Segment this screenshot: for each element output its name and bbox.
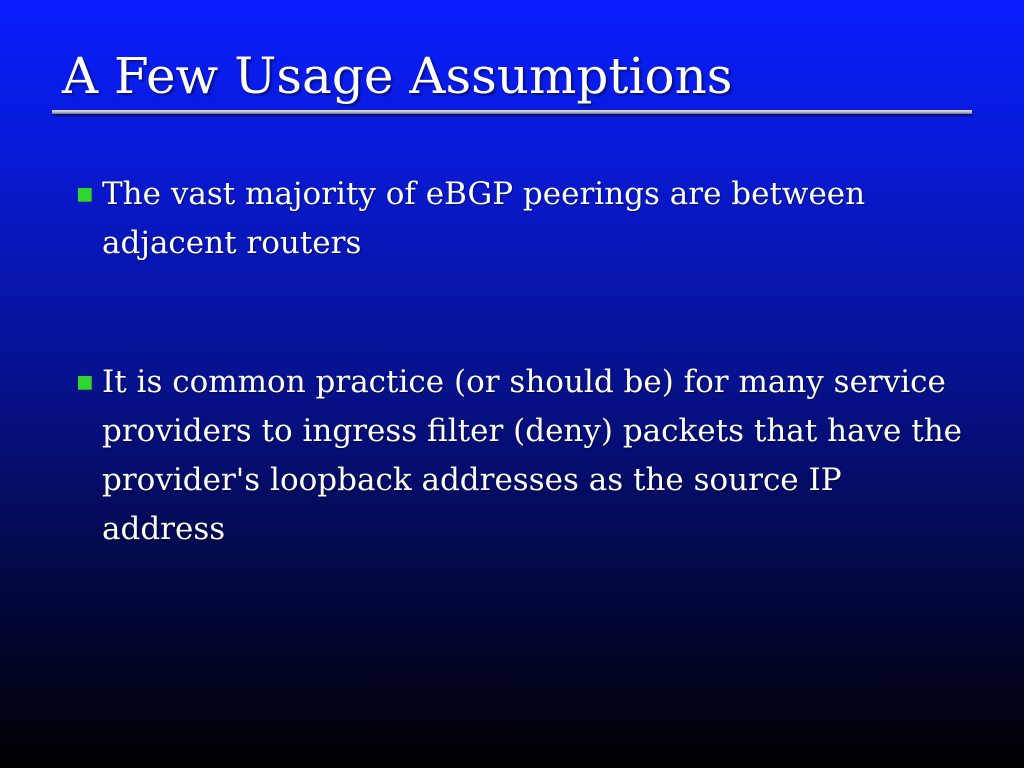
bullet-text-line: provider's loopback addresses as the sou…: [102, 462, 842, 498]
square-bullet-icon: [78, 188, 92, 202]
bullet-text-1: The vast majority of eBGP peerings are b…: [102, 170, 962, 268]
bullet-text-line: adjacent routers: [102, 225, 362, 261]
bullet-text-line: address: [102, 511, 226, 547]
title-underline-divider: [52, 110, 972, 114]
slide: A Few Usage Assumptions The vast majorit…: [0, 0, 1024, 768]
bullet-text-line: The vast majority of eBGP peerings are b…: [102, 176, 866, 212]
bullet-text-line: It is common practice (or should be) for…: [102, 364, 946, 400]
square-bullet-icon: [78, 376, 92, 390]
bullet-text-2: It is common practice (or should be) for…: [102, 358, 962, 554]
slide-title: A Few Usage Assumptions: [62, 47, 733, 105]
bullet-text-line: providers to ingress filter (deny) packe…: [102, 413, 963, 449]
